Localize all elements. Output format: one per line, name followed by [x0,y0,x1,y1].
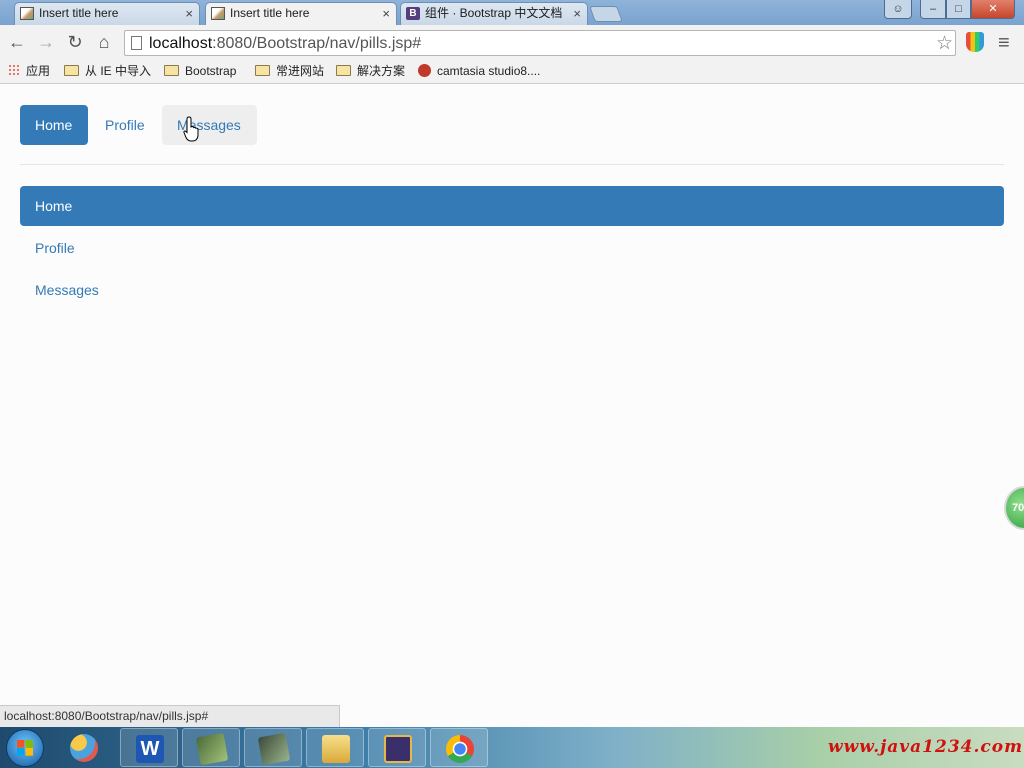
tab-strip: Insert title here × Insert title here × … [0,0,1024,25]
word-icon: W [136,735,164,763]
bootstrap-logo-icon: B [406,7,420,20]
menu-icon[interactable]: ≡ [998,32,1010,55]
taskbar-explorer[interactable] [306,728,364,767]
camtasia-icon [418,64,431,77]
new-tab-button[interactable] [589,6,623,22]
address-bar[interactable]: localhost:8080/Bootstrap/nav/pills.jsp# … [124,30,956,56]
bookmark-folder[interactable]: 从 IE 中导入 [64,63,151,79]
folder-icon [64,65,79,76]
browser-tab-1[interactable]: Insert title here × [14,2,200,25]
stacked-pill-profile[interactable]: Profile [20,228,1004,268]
taskbar-eclipse[interactable] [368,728,426,767]
close-icon[interactable]: × [185,3,193,24]
extension-icon[interactable] [966,32,984,52]
maximize-button[interactable]: □ [946,0,971,19]
reload-icon[interactable]: ↻ [64,31,86,53]
browser-tab-2[interactable]: Insert title here × [205,2,397,25]
section-divider [20,164,1004,165]
bookmark-folder[interactable]: Bootstrap [164,63,236,79]
back-arrow-icon[interactable]: ← [6,31,28,53]
pill-home[interactable]: Home [20,105,88,145]
taskbar-app-3[interactable] [182,728,240,767]
home-icon[interactable]: ⌂ [93,31,115,53]
user-profile-icon[interactable]: ☺ [884,0,912,19]
bookmark-camtasia[interactable]: camtasia studio8.... [418,63,540,79]
minimize-button[interactable]: – [920,0,946,19]
browser-tab-title: Insert title here [39,6,119,20]
java-ee-ide-icon [384,735,412,763]
page-favicon-icon [20,7,34,20]
taskbar-app-1[interactable] [58,728,116,767]
pill-profile[interactable]: Profile [90,105,160,145]
bookmark-folder[interactable]: 常进网站 [255,63,324,79]
hand-cursor-icon [183,116,199,142]
taskbar-word[interactable]: W [120,728,178,767]
folder-icon [255,65,270,76]
stacked-pill-home[interactable]: Home [20,186,1004,226]
taskbar-app-4[interactable] [244,728,302,767]
bookmark-apps[interactable]: 应用 [8,63,50,79]
start-button[interactable] [6,729,44,767]
address-url: localhost:8080/Bootstrap/nav/pills.jsp# [149,35,422,52]
app-icon [70,734,98,762]
page-favicon-icon [211,7,225,20]
browser-tab-3[interactable]: B 组件 · Bootstrap 中文文档 × [400,2,588,25]
browser-tab-title: Insert title here [230,6,310,20]
status-bar-url: localhost:8080/Bootstrap/nav/pills.jsp# [0,705,340,727]
app-icon [257,732,291,766]
folder-icon [164,65,179,76]
page-icon [131,36,142,50]
folder-icon [322,735,350,763]
taskbar-chrome[interactable] [430,728,488,767]
stacked-pill-messages[interactable]: Messages [20,270,1004,310]
close-icon[interactable]: × [382,3,390,24]
folder-icon [336,65,351,76]
bookmarks-bar: 应用 从 IE 中导入 Bootstrap 常进网站 解决方案 camtasia… [0,59,1024,84]
star-icon[interactable]: ☆ [936,32,953,55]
floating-widget-badge[interactable]: 70 [1004,486,1024,530]
forward-arrow-icon[interactable]: → [35,31,57,53]
chrome-icon [446,735,474,763]
window-close-button[interactable]: ✕ [971,0,1015,19]
pill-messages[interactable]: Messages [162,105,257,145]
app-icon [195,732,229,766]
bookmark-folder[interactable]: 解决方案 [336,63,405,79]
nav-pills-stacked: Home Profile Messages [20,186,1004,312]
watermark-text: www.java1234.com [828,737,1024,757]
apps-grid-icon [8,64,20,76]
close-icon[interactable]: × [573,3,581,24]
browser-tab-title: 组件 · Bootstrap 中文文档 [425,6,563,20]
